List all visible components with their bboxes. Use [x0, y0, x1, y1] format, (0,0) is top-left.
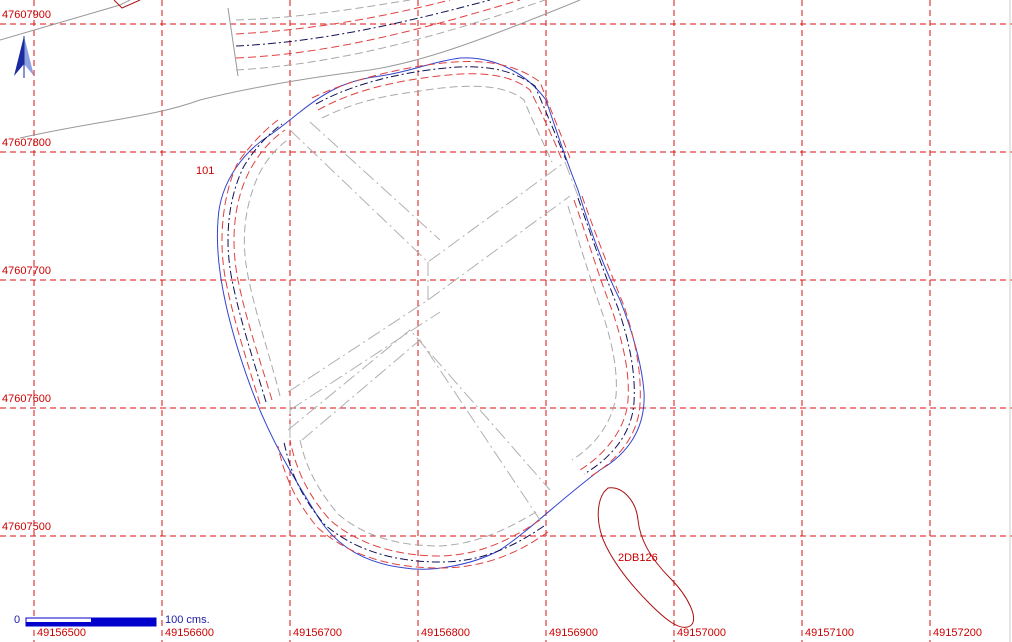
north-arrow-icon	[14, 36, 34, 78]
road-band	[235, 0, 546, 71]
grid-y-label: 47607800	[2, 137, 51, 149]
grid-x-label: 49156900	[549, 627, 598, 639]
grid-y-label: 47607500	[2, 521, 51, 533]
grid-x-label: 49157000	[677, 627, 726, 639]
grid-x-label: 49157100	[805, 627, 854, 639]
grid-y-label: 47607700	[2, 265, 51, 277]
site-label[interactable]: 101	[196, 166, 214, 177]
grid-y-label: 47607600	[2, 393, 51, 405]
grid-y-label: 47607900	[2, 9, 51, 21]
grid-x-label: 49157200	[933, 627, 982, 639]
pit-label[interactable]: 2DB126	[618, 553, 658, 564]
scale-end-label: 100 cms.	[165, 614, 210, 626]
grid-x-label: 49156800	[421, 627, 470, 639]
inner-ring-red-outer	[221, 61, 641, 569]
grid-x-label: 49156500	[37, 627, 86, 639]
grid-x-label: 49156600	[165, 627, 214, 639]
grid-x-label: 49156700	[293, 627, 342, 639]
trench-strips	[287, 121, 579, 521]
inner-ring-red	[233, 73, 629, 557]
inner-ring-navy	[227, 66, 635, 563]
site-boundary	[216, 57, 645, 570]
scale-start-label: 0	[14, 614, 21, 626]
map-canvas[interactable]	[0, 0, 1012, 642]
scale-bar	[25, 617, 157, 627]
